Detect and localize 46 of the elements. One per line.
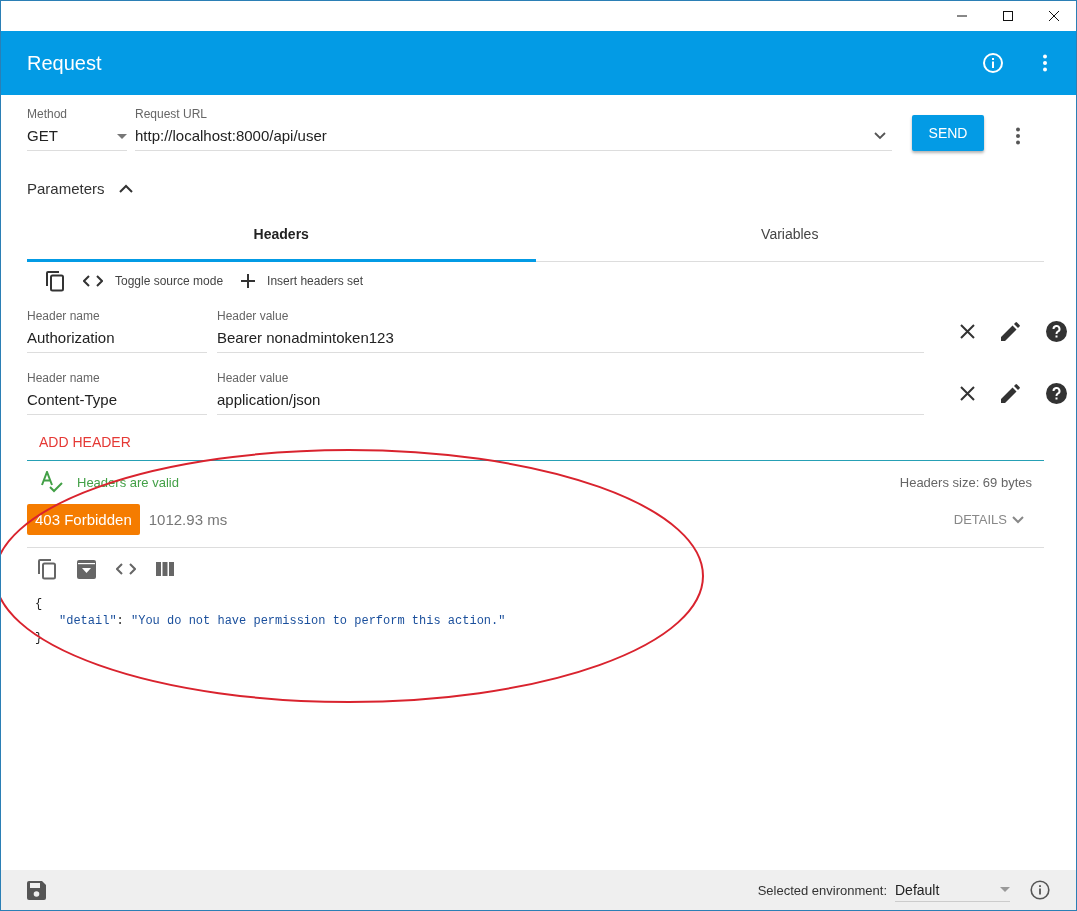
close-icon[interactable] xyxy=(960,323,975,339)
help-icon[interactable] xyxy=(1046,320,1067,342)
pencil-icon[interactable] xyxy=(1001,321,1020,341)
code-line: { xyxy=(35,596,44,613)
dropdown-caret-icon xyxy=(1000,887,1010,892)
code-icon xyxy=(83,275,103,287)
chevron-icon xyxy=(118,184,133,193)
columns-icon[interactable] xyxy=(156,562,174,576)
headers-size: Headers size: 69 bytes xyxy=(899,474,1032,490)
environment-dropdown[interactable]: Default xyxy=(895,878,1010,902)
copy-icon[interactable] xyxy=(45,270,65,292)
environment-label: Selected environment: xyxy=(757,882,887,898)
download-icon[interactable] xyxy=(77,559,96,579)
more-icon[interactable] xyxy=(1015,127,1021,145)
details-button[interactable]: DETAILS xyxy=(947,511,1030,528)
chevron-down-icon[interactable] xyxy=(874,132,886,140)
info-icon[interactable] xyxy=(1030,880,1050,900)
header-name-field[interactable]: Header name Content-Type xyxy=(27,371,207,415)
status-badge: 403 Forbidden xyxy=(27,504,140,535)
tab[interactable]: Headers xyxy=(27,226,536,262)
header-value-field[interactable]: Header value Bearer nonadmintoken123 xyxy=(217,309,924,353)
dropdown-caret-icon xyxy=(117,133,127,139)
close-icon[interactable] xyxy=(1048,10,1060,22)
app-title: Request xyxy=(27,51,103,75)
parameters-toggle[interactable]: Parameters xyxy=(27,180,133,197)
plus-icon xyxy=(241,274,256,288)
url-field[interactable]: Request URL http://localhost:8000/api/user xyxy=(135,107,892,151)
header-name-field[interactable]: Header name Authorization xyxy=(27,309,207,353)
code-line: "detail": "You do not have permission to perform this action." xyxy=(58,613,507,630)
add-header-button[interactable]: ADD HEADER xyxy=(39,434,131,450)
chevron-down-icon xyxy=(1012,515,1024,524)
code-icon[interactable] xyxy=(116,563,136,575)
help-icon[interactable] xyxy=(1046,382,1067,404)
maximize-icon[interactable] xyxy=(1002,10,1014,22)
spellcheck-icon xyxy=(41,471,65,493)
header-value-field[interactable]: Header value application/json xyxy=(217,371,924,415)
insert-headers-button[interactable]: Insert headers set xyxy=(241,274,364,288)
method-dropdown[interactable]: Method GET xyxy=(27,107,127,151)
pencil-icon[interactable] xyxy=(1001,383,1020,403)
tab[interactable]: Variables xyxy=(535,226,1044,262)
toggle-source-button[interactable]: Toggle source mode xyxy=(83,274,224,288)
copy-icon[interactable] xyxy=(37,558,57,580)
more-icon[interactable] xyxy=(1042,54,1048,72)
response-time: 1012.93 ms xyxy=(148,511,229,528)
close-icon[interactable] xyxy=(960,385,975,401)
save-icon[interactable] xyxy=(27,880,46,900)
